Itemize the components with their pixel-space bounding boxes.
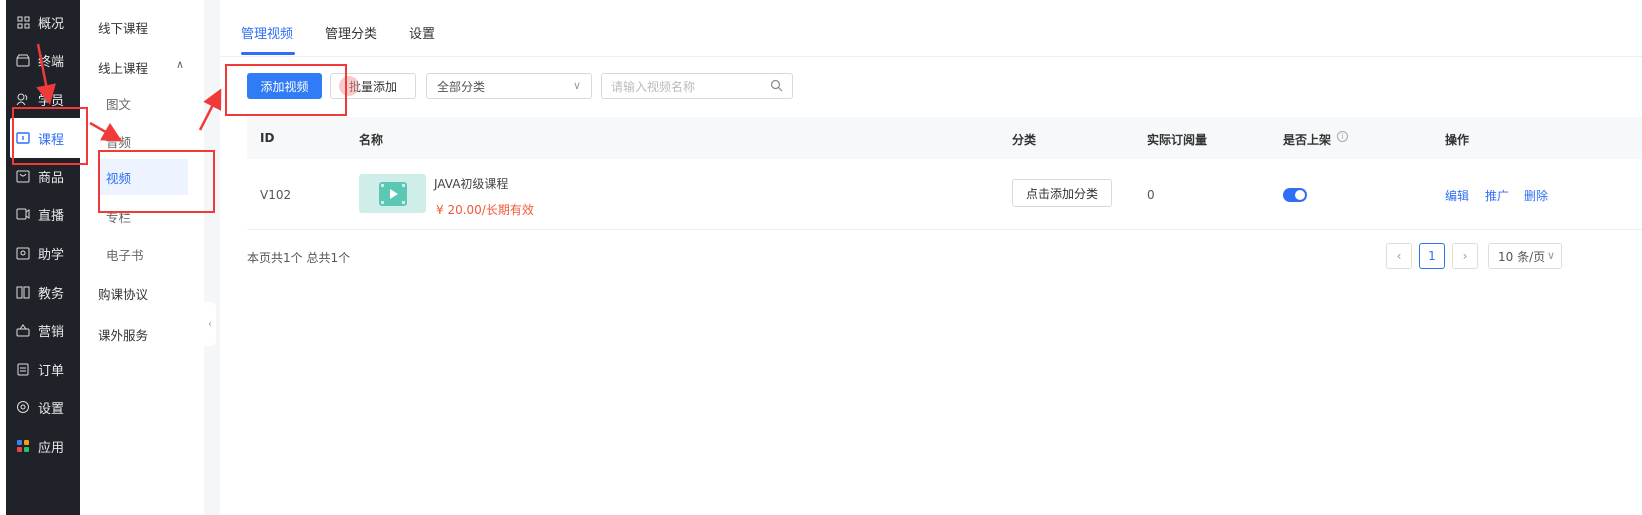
annotation-arrows [36, 43, 222, 142]
